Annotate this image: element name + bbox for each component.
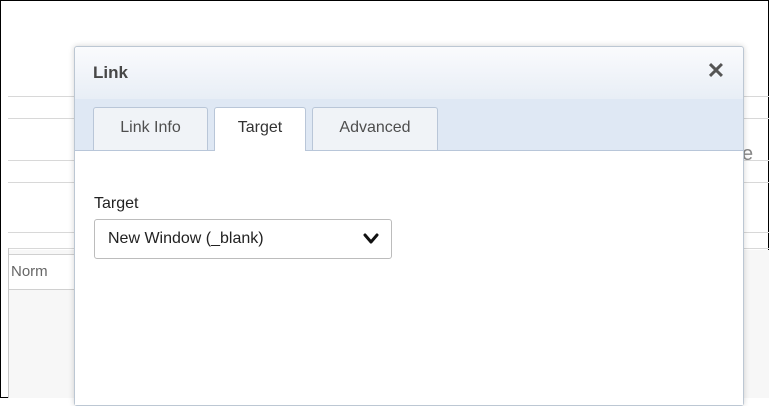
tab-link-info[interactable]: Link Info <box>93 107 208 150</box>
target-select[interactable]: New Window (_blank) <box>94 219 392 259</box>
tab-target[interactable]: Target <box>214 107 306 151</box>
tab-advanced[interactable]: Advanced <box>312 107 438 150</box>
close-icon[interactable]: ✕ <box>705 57 727 85</box>
editor-left-border <box>8 248 9 398</box>
dialog-body: Target New Window (_blank) <box>75 151 743 405</box>
link-dialog: Link ✕ Link Info Target Advanced Target … <box>74 46 744 406</box>
dialog-header[interactable]: Link ✕ <box>75 47 743 100</box>
dialog-title: Link <box>93 63 128 82</box>
format-dropdown-label: Norm <box>11 263 48 280</box>
tab-bar: Link Info Target Advanced <box>75 99 743 151</box>
target-label: Target <box>94 195 139 212</box>
target-select-value: New Window (_blank) <box>108 230 264 247</box>
chevron-down-icon <box>363 233 379 244</box>
